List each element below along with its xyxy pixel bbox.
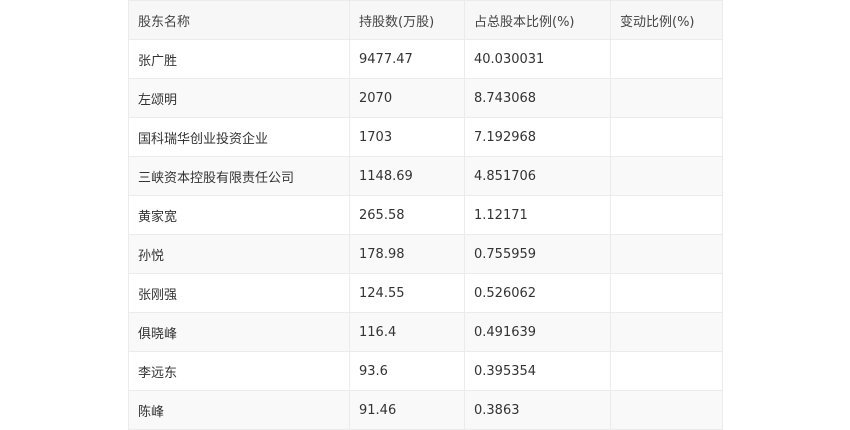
cell-shares-held: 9477.47 [349, 39, 465, 79]
cell-share-ratio: 1.12171 [464, 195, 611, 235]
header-share-ratio: 占总股本比例(%) [464, 0, 611, 40]
table-row: 俱晓峰 116.4 0.491639 [128, 312, 723, 352]
cell-share-ratio: 0.3863 [464, 390, 611, 430]
cell-change-ratio [610, 234, 723, 274]
table-row: 左颂明 2070 8.743068 [128, 78, 723, 118]
cell-shareholder-name: 张刚强 [128, 273, 350, 313]
header-shareholder-name: 股东名称 [128, 0, 350, 40]
cell-share-ratio: 8.743068 [464, 78, 611, 118]
cell-shareholder-name: 张广胜 [128, 39, 350, 79]
cell-shareholder-name: 左颂明 [128, 78, 350, 118]
cell-share-ratio: 40.030031 [464, 39, 611, 79]
cell-change-ratio [610, 390, 723, 430]
table-row: 国科瑞华创业投资企业 1703 7.192968 [128, 117, 723, 157]
cell-shares-held: 2070 [349, 78, 465, 118]
cell-change-ratio [610, 39, 723, 79]
table-row: 陈峰 91.46 0.3863 [128, 390, 723, 430]
cell-change-ratio [610, 156, 723, 196]
table-header-row: 股东名称 持股数(万股) 占总股本比例(%) 变动比例(%) [128, 0, 723, 40]
cell-share-ratio: 0.491639 [464, 312, 611, 352]
cell-change-ratio [610, 351, 723, 391]
cell-share-ratio: 4.851706 [464, 156, 611, 196]
cell-shares-held: 91.46 [349, 390, 465, 430]
cell-change-ratio [610, 312, 723, 352]
cell-shares-held: 124.55 [349, 273, 465, 313]
table-row: 黄家宽 265.58 1.12171 [128, 195, 723, 235]
cell-shareholder-name: 陈峰 [128, 390, 350, 430]
cell-change-ratio [610, 273, 723, 313]
cell-shares-held: 265.58 [349, 195, 465, 235]
table-row: 李远东 93.6 0.395354 [128, 351, 723, 391]
cell-share-ratio: 7.192968 [464, 117, 611, 157]
cell-shares-held: 178.98 [349, 234, 465, 274]
cell-shareholder-name: 俱晓峰 [128, 312, 350, 352]
shareholder-table-container: 股东名称 持股数(万股) 占总股本比例(%) 变动比例(%) 张广胜 9477.… [128, 0, 723, 430]
cell-shareholder-name: 李远东 [128, 351, 350, 391]
table-row: 孙悦 178.98 0.755959 [128, 234, 723, 274]
cell-shares-held: 116.4 [349, 312, 465, 352]
table-row: 张广胜 9477.47 40.030031 [128, 39, 723, 79]
header-change-ratio: 变动比例(%) [610, 0, 723, 40]
cell-shares-held: 1703 [349, 117, 465, 157]
cell-share-ratio: 0.526062 [464, 273, 611, 313]
table-row: 三峡资本控股有限责任公司 1148.69 4.851706 [128, 156, 723, 196]
table-row: 张刚强 124.55 0.526062 [128, 273, 723, 313]
cell-change-ratio [610, 78, 723, 118]
cell-shareholder-name: 孙悦 [128, 234, 350, 274]
cell-shareholder-name: 国科瑞华创业投资企业 [128, 117, 350, 157]
cell-change-ratio [610, 117, 723, 157]
cell-shares-held: 1148.69 [349, 156, 465, 196]
header-shares-held: 持股数(万股) [349, 0, 465, 40]
shareholder-table: 股东名称 持股数(万股) 占总股本比例(%) 变动比例(%) 张广胜 9477.… [128, 0, 723, 430]
cell-share-ratio: 0.755959 [464, 234, 611, 274]
cell-shareholder-name: 黄家宽 [128, 195, 350, 235]
cell-share-ratio: 0.395354 [464, 351, 611, 391]
cell-change-ratio [610, 195, 723, 235]
cell-shareholder-name: 三峡资本控股有限责任公司 [128, 156, 350, 196]
cell-shares-held: 93.6 [349, 351, 465, 391]
